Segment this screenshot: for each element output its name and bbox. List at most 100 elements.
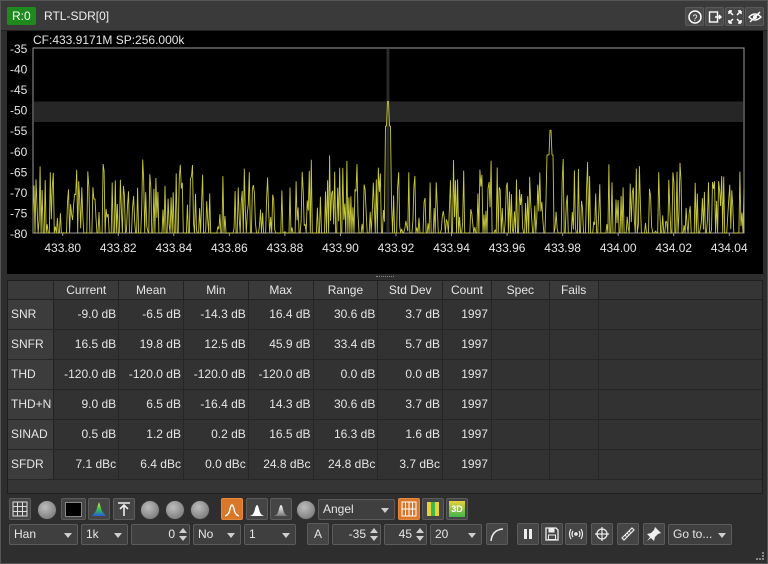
spectrum-chart: CF:433.9171M SP:256.000k -35 -40 -45 -50 -55…	[10, 33, 748, 255]
device-index-badge[interactable]: R:0	[7, 7, 36, 25]
spin-up-icon[interactable]	[416, 528, 424, 533]
cell-max: 45.9 dB	[248, 329, 314, 360]
gradient-trace-icon[interactable]	[270, 498, 292, 520]
range-step-select[interactable]: 20	[430, 524, 482, 545]
max-hold-icon[interactable]	[113, 498, 135, 520]
x-tick-label: 433.80	[44, 241, 81, 255]
grid-icon[interactable]	[9, 498, 31, 520]
measurements-table: Current Mean Min Max Range Std Dev Count…	[8, 281, 762, 480]
column-header-min[interactable]: Min	[183, 281, 249, 300]
x-tick-label: 433.96	[489, 241, 526, 255]
column-header-fails[interactable]: Fails	[549, 281, 599, 300]
background-color-button[interactable]	[61, 498, 86, 520]
annotations-icon[interactable]	[643, 523, 665, 545]
y-tick-label: -50	[10, 104, 28, 118]
3d-spectrogram-button[interactable]: 3D	[446, 498, 468, 520]
waterfall-icon[interactable]	[422, 498, 444, 520]
cell-mean: 1.2 dB	[118, 419, 184, 450]
range-spinbox[interactable]: 45	[384, 524, 427, 545]
spectrum-plot[interactable]: CF:433.9171M SP:256.000k -35 -40 -45 -50 -55…	[7, 31, 763, 274]
colormap-select[interactable]: Angel	[318, 499, 395, 520]
y-tick-label: -75	[10, 206, 28, 220]
waterfall-grid-icon[interactable]	[398, 498, 420, 520]
table-row[interactable]: SINAD 0.5 dB 1.2 dB 0.2 dB 16.5 dB 16.3 …	[8, 419, 762, 450]
pause-icon[interactable]	[517, 523, 539, 545]
grid-intensity-knob[interactable]	[37, 500, 57, 520]
cell-range: 30.6 dB	[313, 389, 379, 420]
spin-down-icon[interactable]	[370, 536, 378, 541]
table-row[interactable]: SNFR 16.5 dB 19.8 dB 12.5 dB 45.9 dB 33.…	[8, 329, 762, 360]
cell-fails	[549, 359, 599, 390]
stroke-knob[interactable]	[190, 500, 210, 520]
cell-min: -120.0 dB	[183, 359, 249, 390]
cell-spec[interactable]	[491, 299, 550, 330]
column-header-spec[interactable]: Spec	[491, 281, 550, 300]
table-row[interactable]: SNR -9.0 dB -6.5 dB -14.3 dB 16.4 dB 30.…	[8, 299, 762, 330]
cell-min: -14.3 dB	[183, 299, 249, 330]
table-row[interactable]: THD -120.0 dB -120.0 dB -120.0 dB -120.0…	[8, 359, 762, 390]
cell-current: 9.0 dB	[53, 389, 120, 420]
row-label: THD	[8, 359, 55, 390]
decay-knob[interactable]	[140, 500, 160, 520]
spectrum-fill-icon[interactable]	[88, 498, 110, 520]
fft-size-select[interactable]: 1k	[81, 524, 128, 545]
fft-offset-spinbox[interactable]: 0	[131, 524, 190, 545]
spin-up-icon[interactable]	[370, 528, 378, 533]
save-icon[interactable]	[541, 523, 563, 545]
cell-std-dev: 5.7 dB	[377, 329, 444, 360]
table-row[interactable]: THD+N 9.0 dB 6.5 dB -16.4 dB 14.3 dB 30.…	[8, 389, 762, 420]
cell-spec[interactable]	[491, 329, 550, 360]
auto-scale-button[interactable]: A	[307, 523, 329, 545]
spin-down-icon[interactable]	[416, 536, 424, 541]
reference-level-spinbox[interactable]: -35	[332, 524, 381, 545]
column-header-max[interactable]: Max	[248, 281, 314, 300]
cell-min: -16.4 dB	[183, 389, 249, 420]
range-step-value: 20	[435, 527, 449, 541]
averaging-count-select[interactable]: 1	[244, 524, 296, 545]
column-header-name[interactable]	[8, 281, 55, 300]
column-header-current[interactable]: Current	[53, 281, 120, 300]
column-header-range[interactable]: Range	[313, 281, 379, 300]
column-header-mean[interactable]: Mean	[118, 281, 184, 300]
averaging-mode-select[interactable]: No	[193, 524, 241, 545]
cell-spec[interactable]	[491, 359, 550, 390]
hide-icon[interactable]	[745, 7, 764, 26]
spin-up-icon[interactable]	[179, 528, 187, 533]
cell-spec[interactable]	[491, 419, 550, 450]
help-icon[interactable]: ?	[685, 7, 704, 26]
cell-min: 12.5 dB	[183, 329, 249, 360]
cell-range: 30.6 dB	[313, 299, 379, 330]
ruler-icon[interactable]	[617, 523, 639, 545]
resize-grip-icon[interactable]	[756, 552, 764, 560]
x-tick-label: 433.82	[100, 241, 137, 255]
cell-max: -120.0 dB	[248, 359, 314, 390]
move-to-workspace-icon[interactable]	[705, 7, 724, 26]
cell-spec[interactable]	[491, 389, 550, 420]
trace-intensity-knob[interactable]	[296, 500, 316, 520]
cell-current: 16.5 dB	[53, 329, 120, 360]
column-header-std-dev[interactable]: Std Dev	[377, 281, 444, 300]
spectrum-controls: Angel 3D Han 1k 0 No 1 A -35 45 20 Go to…	[7, 495, 763, 561]
goto-select[interactable]: Go to...	[668, 524, 732, 545]
colormap-value: Angel	[323, 502, 354, 516]
row-label: SNR	[8, 299, 55, 330]
log-scale-icon[interactable]	[486, 523, 508, 545]
decay-divisor-knob[interactable]	[165, 500, 185, 520]
line-trace-icon[interactable]	[221, 498, 243, 520]
fft-window-select[interactable]: Han	[9, 524, 78, 545]
filled-trace-icon[interactable]	[246, 498, 268, 520]
table-row[interactable]: SFDR 7.1 dBc 6.4 dBc 0.0 dBc 24.8 dBc 24…	[8, 449, 762, 480]
x-tick-label: 433.94	[433, 241, 470, 255]
title-bar: R:0 RTL-SDR[0] ?	[1, 1, 767, 31]
column-header-count[interactable]: Count	[442, 281, 492, 300]
crosshair-icon[interactable]	[591, 523, 613, 545]
cell-fails	[549, 449, 599, 480]
cell-filler	[598, 299, 762, 330]
spin-down-icon[interactable]	[179, 536, 187, 541]
chevron-down-icon	[114, 533, 122, 538]
maximize-icon[interactable]	[725, 7, 744, 26]
markers-icon[interactable]	[565, 523, 587, 545]
cell-spec[interactable]	[491, 449, 550, 480]
measurements-table-container: Current Mean Min Max Range Std Dev Count…	[7, 280, 763, 494]
cell-count: 1997	[442, 359, 492, 390]
